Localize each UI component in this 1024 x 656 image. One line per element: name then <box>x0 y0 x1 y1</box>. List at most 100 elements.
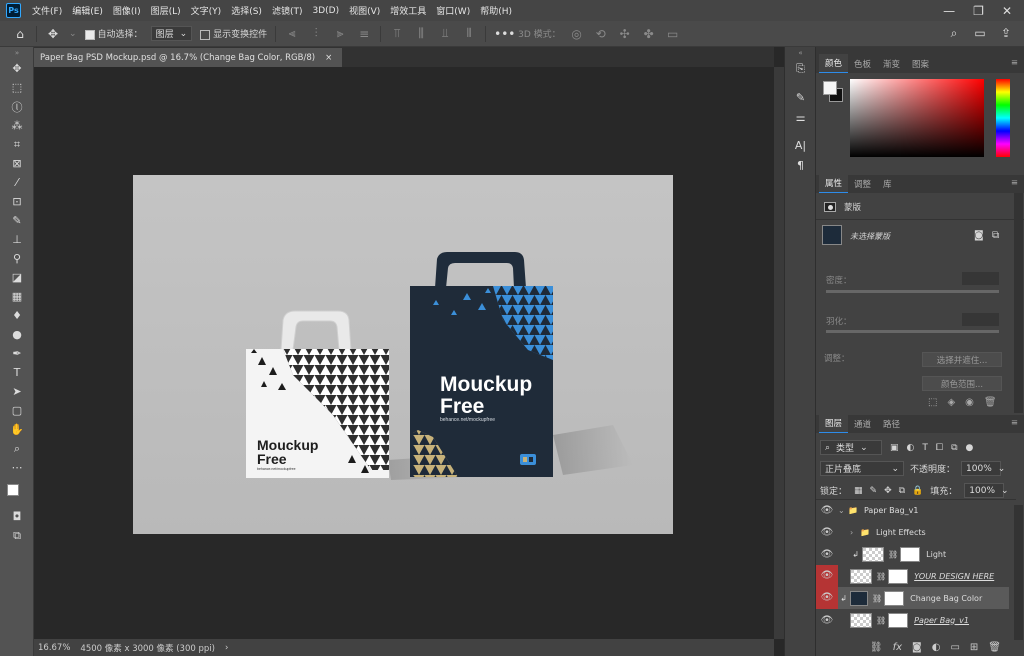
auto-select-checkbox[interactable]: 自动选择： <box>84 27 143 40</box>
lasso-tool-icon[interactable]: ⓛ <box>0 97 34 116</box>
link-icon[interactable]: ⛓ <box>872 594 882 603</box>
align-top-icon[interactable]: ⫪ <box>389 26 405 41</box>
feather-slider[interactable] <box>826 330 999 333</box>
more-tools-icon[interactable]: ⋯ <box>0 458 34 477</box>
eye-icon[interactable]: 👁 <box>816 549 838 560</box>
eye-icon[interactable]: 👁 <box>816 505 838 516</box>
layer-row[interactable]: 👁 ↲ ⛓ Light <box>816 543 1009 565</box>
document-tab[interactable]: Paper Bag PSD Mockup.psd @ 16.7% (Change… <box>34 48 343 67</box>
load-selection-icon[interactable]: ⬚ <box>928 397 937 408</box>
select-and-mask-button[interactable]: 选择并遮住... <box>922 352 1002 367</box>
density-slider[interactable] <box>826 290 999 293</box>
eyedropper-tool-icon[interactable]: ⁄ <box>0 173 34 192</box>
collapse-icon[interactable]: « <box>785 47 816 59</box>
layer-mask-thumbnail[interactable] <box>884 590 905 606</box>
pixel-mask-icon[interactable]: ◙ <box>974 230 984 241</box>
menu-file[interactable]: 文件(F) <box>27 4 67 17</box>
lock-all-icon[interactable]: 🔒 <box>912 486 923 496</box>
tab-adjustments[interactable]: 调整 <box>848 175 877 193</box>
layer-mask-thumbnail[interactable] <box>888 568 909 584</box>
collapse-icon[interactable]: » <box>0 47 34 59</box>
fx-icon[interactable]: fx <box>893 642 902 653</box>
3d-drag-icon[interactable]: ✣ <box>617 27 633 41</box>
fill-input[interactable]: 100% ⌄ <box>964 483 1009 498</box>
new-layer-icon[interactable]: ⊞ <box>970 642 978 653</box>
delete-mask-icon[interactable]: 🗑 <box>984 397 997 408</box>
history-panel-icon[interactable]: ⎘ <box>785 59 816 79</box>
zoom-tool-icon[interactable]: ⌕ <box>0 439 34 458</box>
3d-orbit-icon[interactable]: ◎ <box>569 27 585 41</box>
lock-transparent-icon[interactable]: ▦ <box>854 486 863 496</box>
filter-type-icon[interactable]: T <box>922 443 928 453</box>
blur-tool-icon[interactable]: ♦ <box>0 306 34 325</box>
menu-plugins[interactable]: 增效工具 <box>385 4 431 17</box>
tab-paths[interactable]: 路径 <box>877 415 906 433</box>
path-select-tool-icon[interactable]: ➤ <box>0 382 34 401</box>
link-layers-icon[interactable]: ⛓ <box>870 642 883 653</box>
feather-input[interactable] <box>962 313 999 326</box>
minimize-button[interactable]: — <box>943 4 955 18</box>
tab-libraries[interactable]: 库 <box>877 175 898 193</box>
color-swatches[interactable] <box>0 477 34 507</box>
brush-settings-icon[interactable]: ✎ <box>785 87 816 107</box>
menu-window[interactable]: 窗口(W) <box>431 4 475 17</box>
density-input[interactable] <box>962 272 999 285</box>
panel-menu-icon[interactable]: ≡ <box>1011 178 1018 188</box>
adjustments-icon[interactable]: ⚌ <box>785 107 816 127</box>
menu-select[interactable]: 选择(S) <box>226 4 267 17</box>
lock-pixels-icon[interactable]: ✎ <box>870 486 878 496</box>
align-right-icon[interactable]: ⫸ <box>332 26 348 41</box>
new-group-icon[interactable]: ▭ <box>950 642 959 653</box>
canvas-scrollbar[interactable] <box>774 67 784 639</box>
stamp-tool-icon[interactable]: ⊥ <box>0 230 34 249</box>
3d-slide-icon[interactable]: ✤ <box>641 27 657 41</box>
panel-menu-icon[interactable]: ≡ <box>1011 58 1018 68</box>
toggle-mask-icon[interactable]: ◉ <box>965 397 974 408</box>
tab-channels[interactable]: 通道 <box>848 415 877 433</box>
vector-mask-icon[interactable]: ⧉ <box>992 230 999 241</box>
brush-tool-icon[interactable]: ✎ <box>0 211 34 230</box>
layer-row-selected[interactable]: 👁 ↲ ⛓ Change Bag Color <box>816 587 1009 609</box>
add-mask-icon[interactable]: ◙ <box>912 642 922 653</box>
filter-pixel-icon[interactable]: ▣ <box>890 443 899 453</box>
align-left-icon[interactable]: ⫷ <box>284 26 300 41</box>
layer-row[interactable]: 👁 › 📁 Light Effects <box>816 521 1009 543</box>
align-bottom-icon[interactable]: ⫫ <box>437 26 453 41</box>
tab-swatches[interactable]: 色板 <box>848 55 877 73</box>
close-tab-icon[interactable]: × <box>325 53 332 63</box>
tab-properties[interactable]: 属性 <box>819 174 849 193</box>
lock-artboard-icon[interactable]: ⧉ <box>899 486 905 496</box>
align-middle-icon[interactable]: ⫼ <box>413 26 429 41</box>
tab-gradients[interactable]: 渐变 <box>877 55 906 73</box>
layers-scrollbar[interactable] <box>1014 505 1023 640</box>
quick-mask-icon[interactable]: ◘ <box>0 507 34 526</box>
menu-view[interactable]: 视图(V) <box>344 4 385 17</box>
link-icon[interactable]: ⛓ <box>876 572 886 581</box>
eraser-tool-icon[interactable]: ◪ <box>0 268 34 287</box>
eye-icon[interactable]: 👁 <box>816 565 838 587</box>
filter-adjustment-icon[interactable]: ◐ <box>907 443 915 453</box>
shape-tool-icon[interactable]: ▢ <box>0 401 34 420</box>
history-brush-icon[interactable]: ⚲ <box>0 249 34 268</box>
apply-mask-icon[interactable]: ◈ <box>947 397 955 408</box>
filter-shape-icon[interactable]: ⧠ <box>936 443 943 453</box>
crop-tool-icon[interactable]: ⌗ <box>0 135 34 154</box>
blend-mode-dropdown[interactable]: 正片叠底 ⌄ <box>820 461 904 476</box>
layer-mask-thumbnail[interactable] <box>888 612 909 628</box>
menu-type[interactable]: 文字(Y) <box>186 4 227 17</box>
delete-layer-icon[interactable]: 🗑 <box>988 642 1001 653</box>
properties-scrollbar[interactable] <box>1014 193 1023 413</box>
foreground-color-swatch[interactable] <box>7 484 19 496</box>
character-panel-icon[interactable]: A| <box>785 135 816 155</box>
3d-camera-icon[interactable]: ▭ <box>665 27 681 41</box>
layer-mask-thumbnail[interactable] <box>900 546 921 562</box>
align-center-icon[interactable]: ⫶ <box>308 26 324 41</box>
link-icon[interactable]: ⛓ <box>888 550 898 559</box>
menu-3d[interactable]: 3D(D) <box>307 6 344 16</box>
eye-icon[interactable]: 👁 <box>816 587 838 609</box>
3d-roll-icon[interactable]: ⟲ <box>593 27 609 41</box>
status-arrow-icon[interactable]: › <box>225 643 228 653</box>
tab-layers[interactable]: 图层 <box>819 414 849 433</box>
distribute-vertical-icon[interactable]: ⫴ <box>461 26 477 41</box>
tab-patterns[interactable]: 图案 <box>906 55 935 73</box>
